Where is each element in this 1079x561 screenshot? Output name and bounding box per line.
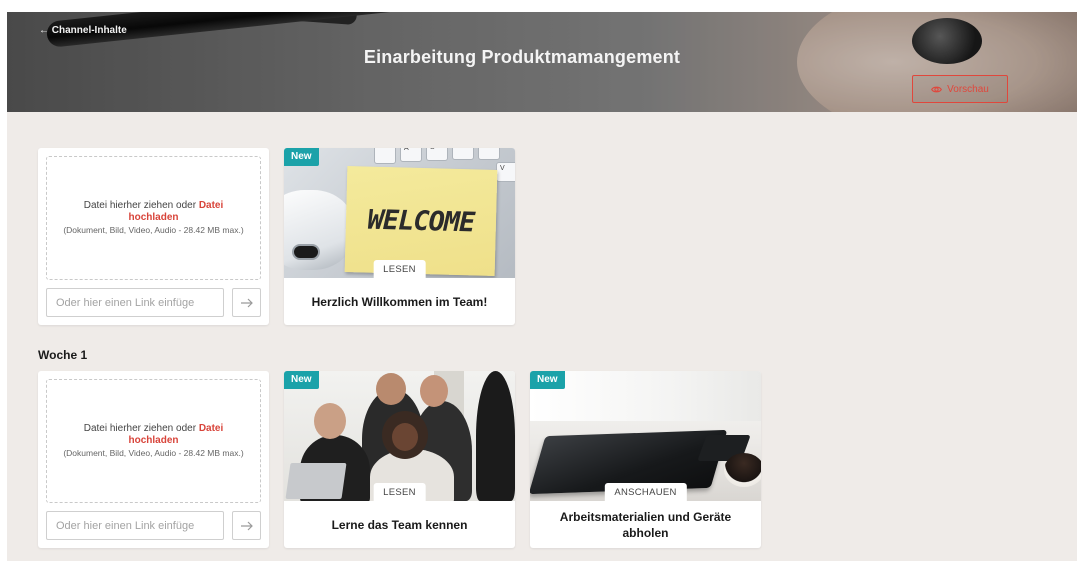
preview-button-label: Vorschau bbox=[947, 83, 989, 95]
file-dropzone[interactable]: Datei hierher ziehen oder Datei hochlade… bbox=[46, 156, 261, 280]
section-label-week-1: Woche 1 bbox=[38, 348, 88, 362]
mouse-wheel-image bbox=[292, 244, 320, 260]
sticky-note-text: WELCOME bbox=[367, 204, 475, 238]
upload-card: Datei hierher ziehen oder Datei hochlade… bbox=[38, 148, 269, 325]
action-tag: LESEN bbox=[373, 483, 426, 501]
arrow-right-icon bbox=[240, 298, 253, 307]
card-thumbnail-welcome: A S V WELCOME New LESEN bbox=[284, 148, 515, 278]
action-tag: ANSCHAUEN bbox=[604, 483, 687, 501]
back-link[interactable]: ← Channel-Inhalte bbox=[39, 25, 127, 36]
preview-button[interactable]: Vorschau bbox=[912, 75, 1008, 103]
header-banner: ← Channel-Inhalte Einarbeitung Produktma… bbox=[7, 12, 1077, 112]
content-card-equipment[interactable]: New ANSCHAUEN Arbeitsmaterialien und Ger… bbox=[530, 371, 761, 548]
dropzone-text: Datei hierher ziehen oder Datei hochlade… bbox=[61, 200, 246, 224]
new-badge: New bbox=[530, 371, 565, 389]
app-frame: ← Channel-Inhalte Einarbeitung Produktma… bbox=[7, 12, 1077, 561]
arrow-right-icon bbox=[240, 521, 253, 530]
card-thumbnail-team: New LESEN bbox=[284, 371, 515, 501]
person-image bbox=[420, 375, 448, 407]
person-image bbox=[476, 371, 515, 501]
person-image bbox=[314, 403, 346, 439]
content-card-team[interactable]: New LESEN Lerne das Team kennen bbox=[284, 371, 515, 548]
keyboard-key: V bbox=[496, 162, 515, 182]
dropzone-instruction: Datei hierher ziehen oder bbox=[83, 423, 197, 434]
link-input[interactable] bbox=[46, 288, 224, 317]
link-input[interactable] bbox=[46, 511, 224, 540]
window-light-image bbox=[530, 371, 761, 421]
keyboard-key bbox=[452, 148, 474, 160]
coffee-cup-image bbox=[724, 453, 761, 487]
new-badge: New bbox=[284, 148, 319, 166]
page-title: Einarbeitung Produktmamangement bbox=[363, 47, 681, 67]
dropzone-hint: (Dokument, Bild, Video, Audio - 28.42 MB… bbox=[63, 448, 244, 458]
link-submit-button[interactable] bbox=[232, 511, 261, 540]
link-submit-button[interactable] bbox=[232, 288, 261, 317]
card-title: Herzlich Willkommen im Team! bbox=[311, 294, 488, 309]
file-dropzone[interactable]: Datei hierher ziehen oder Datei hochlade… bbox=[46, 379, 261, 503]
keyboard-key bbox=[374, 148, 396, 164]
card-title: Arbeitsmaterialien und Geräte abholen bbox=[559, 509, 732, 540]
person-image bbox=[376, 373, 406, 405]
person-image bbox=[392, 423, 418, 451]
laptop-image bbox=[285, 463, 347, 499]
card-title: Lerne das Team kennen bbox=[331, 517, 468, 532]
keyboard-key bbox=[478, 148, 500, 160]
card-thumbnail-equipment: New ANSCHAUEN bbox=[530, 371, 761, 501]
content-card-welcome[interactable]: A S V WELCOME New LESEN Herzlich Willkom… bbox=[284, 148, 515, 325]
dropzone-instruction: Datei hierher ziehen oder bbox=[83, 200, 197, 211]
eye-icon bbox=[931, 86, 943, 92]
dropzone-text: Datei hierher ziehen oder Datei hochlade… bbox=[61, 423, 246, 447]
new-badge: New bbox=[284, 371, 319, 389]
keyboard-key: S bbox=[426, 148, 448, 161]
keyboard-key: A bbox=[400, 148, 422, 162]
dropzone-hint: (Dokument, Bild, Video, Audio - 28.42 MB… bbox=[63, 225, 244, 235]
action-tag: LESEN bbox=[373, 260, 426, 278]
upload-card: Datei hierher ziehen oder Datei hochlade… bbox=[38, 371, 269, 548]
